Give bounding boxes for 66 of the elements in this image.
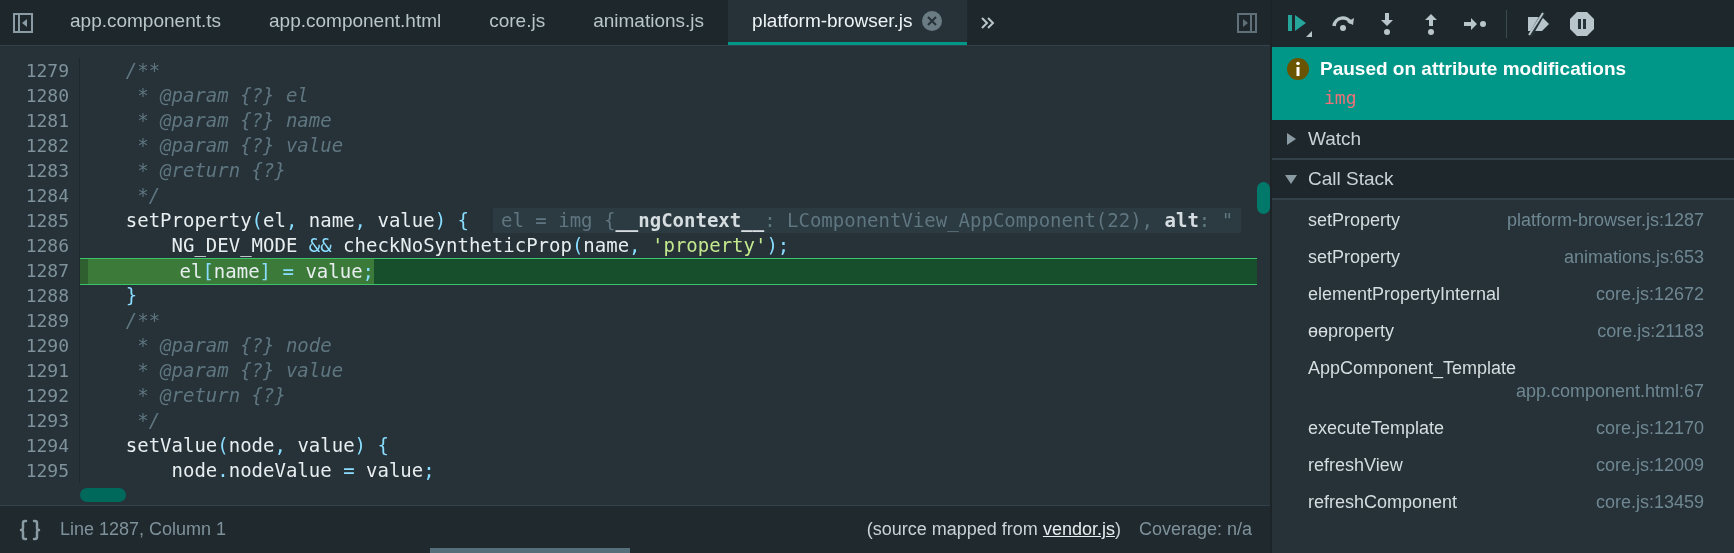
sidebar-toggle-icon [1236,11,1258,34]
line-number: 1286 [0,233,80,258]
scrollbar-thumb[interactable] [80,488,126,502]
stack-frame-function[interactable]: setProperty [1308,209,1401,232]
code-line: * @param {?} el [136,83,309,108]
inline-value-hint: el = img {__ngContext__: LComponentView_AppComponent(22), alt: " [493,208,1242,233]
section-header[interactable]: Call Stack [1272,160,1734,200]
line-number: 1293 [0,408,80,433]
line-number: 1290 [0,333,80,358]
source-map-note: (source mapped from vendor.js) [866,519,1121,540]
code-line: * @return {?} [136,158,286,183]
scrollbar-thumb[interactable] [430,548,630,553]
code-line: * @param {?} name [136,108,332,133]
section-header[interactable]: Watch [1272,120,1734,160]
line-number: 1289 [0,308,80,333]
stack-frame-function[interactable]: AppComponent_Template [1308,357,1517,380]
code-line: NG_DEV_MODE && checkNoSyntheticProp(name, 'property'); [170,233,790,258]
pause-octagon-icon [1569,10,1595,37]
scrollbar-thumb[interactable] [1257,182,1270,214]
paused-target: img [1324,87,1358,108]
code-line: node.nodeValue = value; [170,458,435,483]
pretty-print-icon[interactable] [18,517,42,542]
line-number: 1291 [0,358,80,383]
code-line: * @return {?} [136,383,286,408]
cursor-position: Line 1287, Column 1 [60,519,227,540]
line-number: 1284 [0,183,80,208]
code-line: setProperty(el, name, value) { [124,208,469,233]
code-line: * @param {?} value [136,358,344,383]
stack-frame-location[interactable]: app.component.html:67 [1515,380,1704,403]
file-tab[interactable]: animations.js [569,0,729,45]
sidebar-toggle-icon [12,11,34,34]
stack-frame-function[interactable]: ɵɵproperty [1308,320,1395,343]
stack-frame-function[interactable]: refreshComponent [1308,491,1458,514]
code-line: */ [136,183,161,208]
line-number: 1295 [0,458,80,483]
line-number: 1283 [0,158,80,183]
line-number: 1294 [0,433,80,458]
stack-frame-location[interactable]: animations.js:653 [1563,246,1704,269]
code-line: * @param {?} node [136,333,332,358]
source-link[interactable]: vendor.js [1042,519,1115,539]
file-tab[interactable]: platform-browser.js [728,0,967,45]
file-tab[interactable]: core.js [465,0,570,45]
line-number: 1282 [0,133,80,158]
line-number: 1292 [0,383,80,408]
code-line: /** [124,58,161,83]
line-number: 1288 [0,283,80,308]
coverage-label: Coverage: n/a [1138,519,1252,540]
stack-frame-function[interactable]: setProperty [1308,246,1401,269]
close-icon[interactable] [920,10,943,32]
line-number: 1281 [0,108,80,133]
code-line: /** [124,308,161,333]
code-line: } [124,283,138,308]
line-number: 1285 [0,208,80,233]
code-line: setValue(node, value) { [124,433,389,458]
line-number: 1280 [0,83,80,108]
file-tab[interactable]: app.component.html [245,0,466,45]
info-icon [1286,57,1310,81]
line-number: 1279 [0,58,80,83]
file-tab[interactable]: app.component.ts [46,0,246,45]
code-line: */ [136,408,161,433]
breakpoint-off-icon [1525,10,1551,37]
stack-frame-function[interactable]: refreshView [1308,454,1403,477]
stack-frame-function[interactable]: executeTemplate [1308,417,1445,440]
code-line: * @param {?} value [136,133,344,158]
paused-reason: Paused on attribute modifications [1320,58,1627,80]
stack-frame-function[interactable]: elementPropertyInternal [1308,283,1501,306]
